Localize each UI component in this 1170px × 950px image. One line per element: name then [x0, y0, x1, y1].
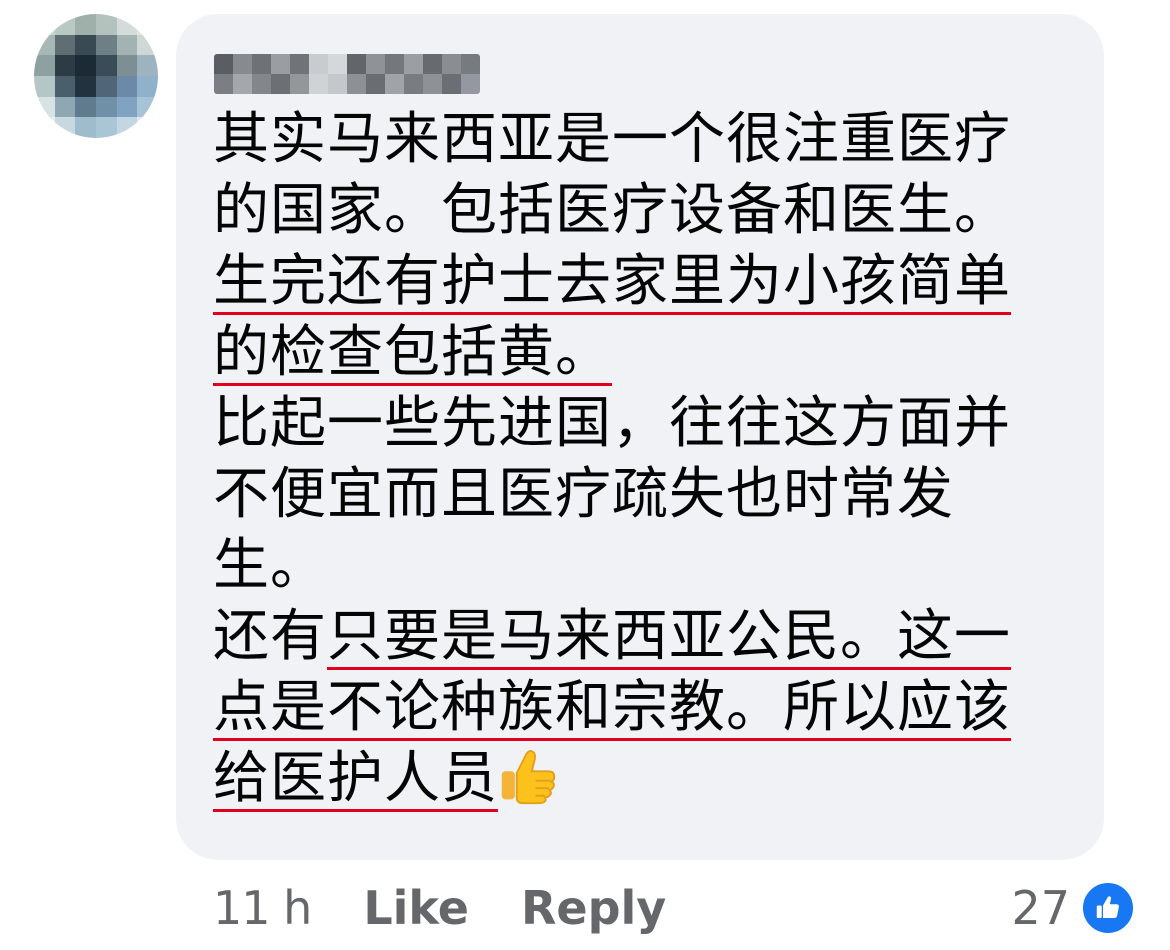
underlined-text: 只要是马来西亚公民。这一 — [327, 604, 1011, 669]
underlined-text: 的检查包括黄。 — [213, 320, 612, 385]
avatar[interactable] — [34, 14, 158, 138]
author-name[interactable] — [214, 54, 480, 94]
comment-line: 生。 — [213, 533, 327, 598]
comment-actions: 11 h Like Reply — [213, 878, 666, 938]
comment-line: 的检查包括黄。 — [213, 317, 1093, 388]
comment-line: 比起一些先进国，往往这方面并 — [213, 391, 1011, 456]
thumbs-up-icon — [1096, 896, 1119, 918]
reply-button[interactable]: Reply — [521, 881, 666, 935]
comment-line-text: 给医护人员 — [213, 746, 498, 811]
comment-line-text: 还有 — [213, 604, 327, 669]
comment-line: 生完还有护士去家里为小孩简单 — [213, 246, 1093, 317]
comment-line: 还有只要是马来西亚公民。这一 — [213, 601, 1093, 672]
underlined-text: 点是不论种族和宗教。所以应该 — [213, 675, 1011, 740]
like-reaction-icon — [1080, 880, 1136, 936]
comment-line-punct: 。 — [555, 320, 612, 385]
underlined-text: 生完还有护士去家里为小孩简单 — [213, 249, 1011, 314]
comment-line: 其实马来西亚是一个很注重医疗 — [213, 107, 1011, 172]
like-button[interactable]: Like — [363, 881, 469, 935]
comment-text: 其实马来西亚是一个很注重医疗 的国家。包括医疗设备和医生。 生完还有护士去家里为… — [213, 104, 1093, 814]
reaction-count: 27 — [1011, 881, 1070, 935]
reaction-summary[interactable]: 27 — [1011, 878, 1136, 938]
timestamp[interactable]: 11 h — [213, 881, 312, 935]
comment-line-text: 的检查包括黄 — [213, 320, 555, 385]
thumbs-up-emoji — [501, 750, 556, 805]
comment-line: 不便宜而且医疗疏失也时常发 — [213, 462, 954, 527]
comment-line: 的国家。包括医疗设备和医生。 — [213, 178, 1011, 243]
comment-line: 点是不论种族和宗教。所以应该 — [213, 672, 1093, 743]
underlined-text: 给医护人员 — [213, 746, 558, 811]
comment-line: 给医护人员 — [213, 743, 1093, 814]
